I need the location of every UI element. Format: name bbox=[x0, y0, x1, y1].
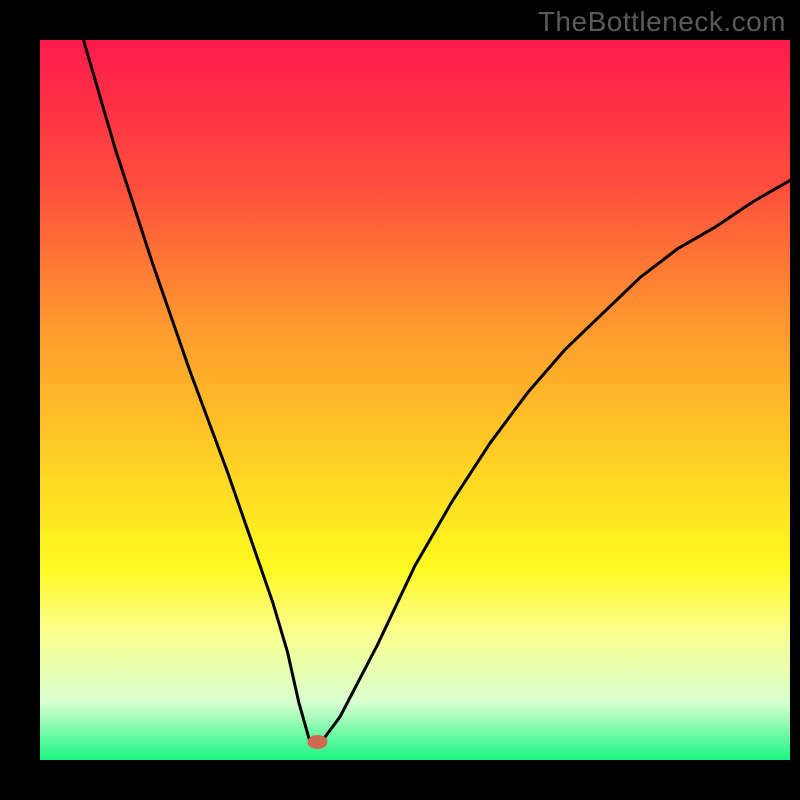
plot-background bbox=[40, 40, 790, 760]
chart-frame: TheBottleneck.com bbox=[0, 0, 800, 800]
target-point bbox=[308, 735, 328, 749]
bottleneck-chart bbox=[0, 0, 800, 800]
